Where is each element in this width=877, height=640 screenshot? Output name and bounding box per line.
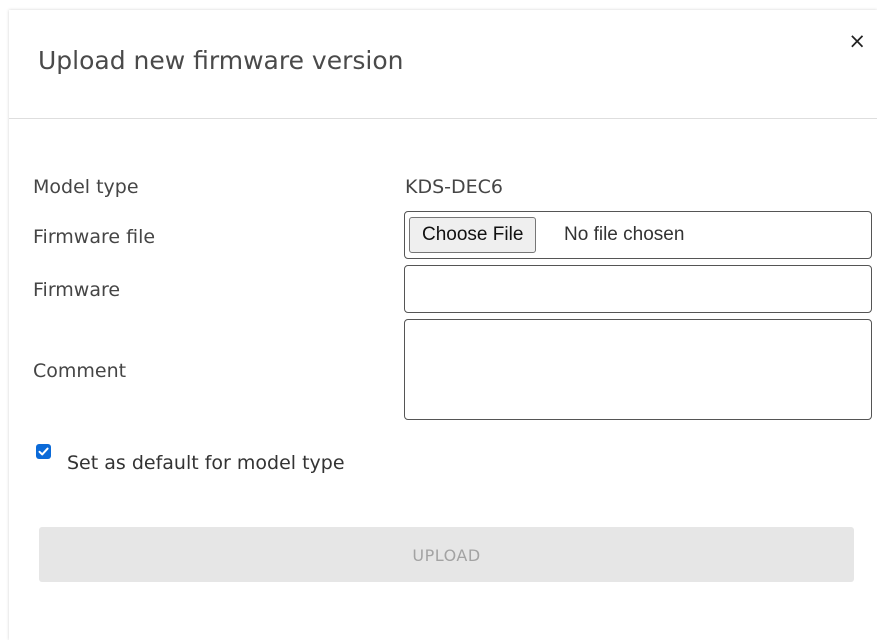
set-default-checkbox[interactable] bbox=[36, 444, 51, 459]
model-type-label: Model type bbox=[33, 176, 139, 198]
set-default-label: Set as default for model type bbox=[67, 452, 345, 474]
check-icon bbox=[38, 447, 49, 456]
comment-field[interactable] bbox=[404, 319, 872, 420]
dialog-title: Upload new firmware version bbox=[38, 46, 404, 75]
firmware-file-label: Firmware file bbox=[33, 226, 156, 248]
file-status-text: No file chosen bbox=[564, 224, 685, 245]
firmware-label: Firmware bbox=[33, 279, 121, 301]
choose-file-button[interactable]: Choose File bbox=[409, 217, 537, 253]
firmware-file-input[interactable]: Choose File No file chosen bbox=[404, 211, 872, 259]
set-default-row[interactable]: Set as default for model type bbox=[36, 442, 345, 474]
upload-firmware-dialog: × Upload new firmware version Model type… bbox=[9, 10, 877, 640]
comment-label: Comment bbox=[33, 360, 127, 382]
dialog-header: Upload new firmware version bbox=[9, 10, 877, 119]
firmware-field[interactable] bbox=[404, 265, 872, 313]
model-type-value: KDS-DEC6 bbox=[405, 176, 503, 198]
upload-button[interactable]: UPLOAD bbox=[39, 527, 854, 582]
